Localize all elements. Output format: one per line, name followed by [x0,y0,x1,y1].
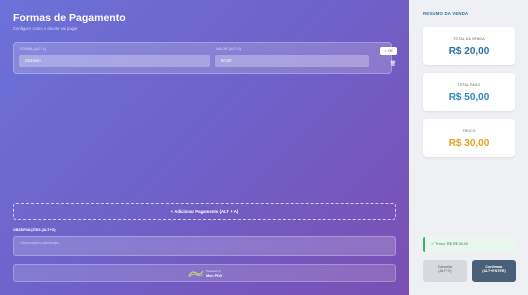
page-subtitle: Configure como o cliente vai pagar [13,26,78,31]
amount-input[interactable]: 50,00 [215,55,369,67]
footer: Powered by Meu PDV [13,264,396,282]
trash-icon[interactable]: 🗑 [389,59,397,69]
confirm-button[interactable]: Confirmar (ALT+ENTER) [472,260,516,282]
brand-name: Meu PDV [206,274,223,278]
cancel-button[interactable]: Cancelar (ALT+X) [423,260,467,282]
summary-title: RESUMO DA VENDA [423,11,469,16]
change-toast: ✓ Troco: R$ R$ 30,00 [423,237,516,252]
total-paid-card: TOTAL PAGO R$ 50,00 [423,73,515,111]
method-label: FORMA (ALT+1) [20,47,47,51]
change-card: TROCO R$ 30,00 [423,119,515,157]
add-payment-button[interactable]: + Adicionar Pagamento (ALT + A) [13,203,396,220]
total-paid-value: R$ 50,00 [448,92,490,103]
change-label: TROCO [462,129,476,133]
change-value: R$ 30,00 [448,138,490,149]
observations-label: OBSERVAÇÕES (ALT+O) [13,228,56,232]
total-paid-label: TOTAL PAGO [457,83,481,87]
total-sale-card: TOTAL DA VENDA R$ 20,00 [423,27,515,65]
total-sale-value: R$ 20,00 [448,46,490,57]
amount-label: VALOR (ALT+2) [216,47,242,51]
page-title: Formas de Pagamento [13,12,126,24]
payment-row: FORMA (ALT+1) Dinheiro VALOR (ALT+2) 50,… [13,42,397,74]
cancel-hint: (ALT+X) [438,269,452,273]
method-select[interactable]: Dinheiro [19,55,210,67]
ok-button[interactable]: ✓ OK [380,47,397,55]
brand-logo-icon [188,270,204,278]
sale-summary-sidebar: RESUMO DA VENDA TOTAL DA VENDA R$ 20,00 … [409,0,528,295]
observations-field[interactable]: Observações adicionais... [13,236,396,256]
payment-methods-panel: Formas de Pagamento Configure como o cli… [0,0,409,295]
total-sale-label: TOTAL DA VENDA [453,37,485,41]
confirm-hint: (ALT+ENTER) [482,269,506,273]
powered-by-text: Powered by [206,269,221,273]
